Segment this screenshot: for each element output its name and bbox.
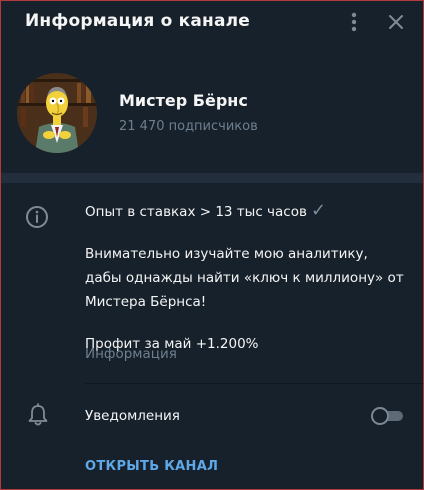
more-vertical-icon: [351, 12, 357, 32]
channel-profile: Мистер Бёрнс 21 470 подписчиков: [1, 57, 423, 167]
description-line-4: Мистера Бёрнса!: [85, 294, 207, 310]
info-icon: [25, 205, 49, 229]
channel-description: Опыт в ставках > 13 тыс часов ✓ Вниматель…: [85, 199, 405, 356]
close-button[interactable]: [385, 11, 407, 33]
toggle-knob: [371, 407, 389, 425]
description-line-1: Опыт в ставках > 13 тыс часов ✓: [85, 199, 405, 224]
close-icon: [389, 15, 403, 29]
description-line-3: дабы однажды найти «ключ к миллиону» от: [85, 270, 404, 286]
notifications-label: Уведомления: [85, 408, 180, 424]
header: Информация о канале: [1, 1, 423, 45]
checkmark-icon: ✓: [310, 200, 327, 221]
subscriber-count: 21 470 подписчиков: [119, 119, 258, 134]
open-channel-button[interactable]: ОТКРЫТЬ КАНАЛ: [85, 459, 218, 474]
description-label: Информация: [85, 346, 177, 362]
more-options-button[interactable]: [347, 11, 361, 33]
channel-name: Мистер Бёрнс: [119, 91, 248, 110]
avatar[interactable]: [17, 73, 97, 153]
channel-avatar-image: [17, 73, 97, 153]
notifications-row[interactable]: Уведомления: [1, 393, 423, 439]
section-divider: [1, 173, 423, 183]
divider: [85, 383, 423, 384]
bell-icon: [27, 403, 49, 427]
channel-info-window: Информация о канале Мистер Бёрнс 21 470 …: [0, 0, 424, 490]
description-text-1: Опыт в ставках > 13 тыс часов: [85, 204, 307, 220]
notifications-toggle[interactable]: [371, 407, 405, 425]
page-title: Информация о канале: [25, 11, 251, 31]
description-section: Опыт в ставках > 13 тыс часов ✓ Вниматель…: [1, 183, 423, 383]
description-line-2: Внимательно изучайте мою аналитику,: [85, 246, 368, 262]
